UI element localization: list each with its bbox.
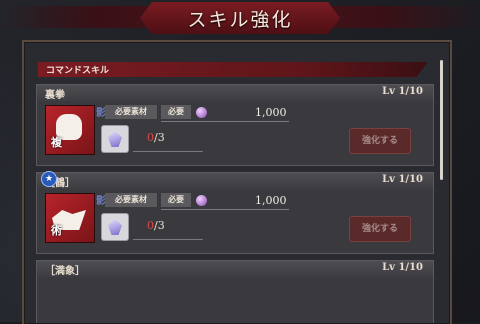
material-label: 必要素材: [105, 105, 157, 119]
section-header: コマンドスキル: [38, 62, 428, 77]
star-icon: ★: [41, 171, 57, 187]
count-underline: [133, 239, 203, 240]
crystal-icon: [108, 219, 122, 235]
material-label: 必要素材: [105, 193, 157, 207]
page-title: スキル強化: [187, 8, 293, 31]
skill-card: 裏拳 Lv 1/10 複 影 必要素材 必要 1,000 0/3 強化する: [36, 84, 434, 166]
fist-skill-icon[interactable]: 複: [45, 105, 95, 155]
cost-underline: [161, 209, 289, 210]
card-header: ［満象］ Lv 1/10: [37, 261, 433, 277]
skill-level: Lv 1/10: [382, 262, 423, 273]
required-label: 必要: [161, 193, 191, 207]
gem-icon: [196, 195, 207, 206]
card-header: ［鶴］ Lv 1/10: [37, 173, 433, 189]
crystal-icon: [108, 131, 122, 147]
skill-level: Lv 1/10: [382, 86, 423, 97]
skill-name: ［満象］: [45, 266, 85, 277]
skill-level: Lv 1/10: [382, 174, 423, 185]
section-title: コマンドスキル: [46, 66, 110, 76]
cost-underline: [161, 121, 289, 122]
material-item[interactable]: [101, 213, 129, 241]
skill-card: ［鶴］ Lv 1/10 術 ★ 影 必要素材 必要 1,000 0/3 強化する: [36, 171, 434, 254]
required-label: 必要: [161, 105, 191, 119]
title-plate: スキル強化: [140, 2, 340, 34]
gem-icon: [196, 107, 207, 118]
skill-type-tag: 複: [51, 136, 62, 149]
enhance-button[interactable]: 強化する: [349, 128, 411, 154]
enhance-button[interactable]: 強化する: [349, 216, 411, 242]
cost-amount: 1,000: [255, 194, 287, 207]
material-count: 0/3: [147, 131, 165, 144]
card-header: 裏拳 Lv 1/10: [37, 85, 433, 101]
skill-card: ［満象］ Lv 1/10: [36, 260, 434, 323]
cost-amount: 1,000: [255, 106, 287, 119]
skill-type-tag: 術: [51, 224, 62, 237]
scrollbar[interactable]: [440, 60, 443, 180]
material-item[interactable]: [101, 125, 129, 153]
skill-name: 裏拳: [45, 90, 65, 101]
material-count: 0/3: [147, 219, 165, 232]
count-underline: [133, 151, 203, 152]
hands-skill-icon[interactable]: 術: [45, 193, 95, 243]
